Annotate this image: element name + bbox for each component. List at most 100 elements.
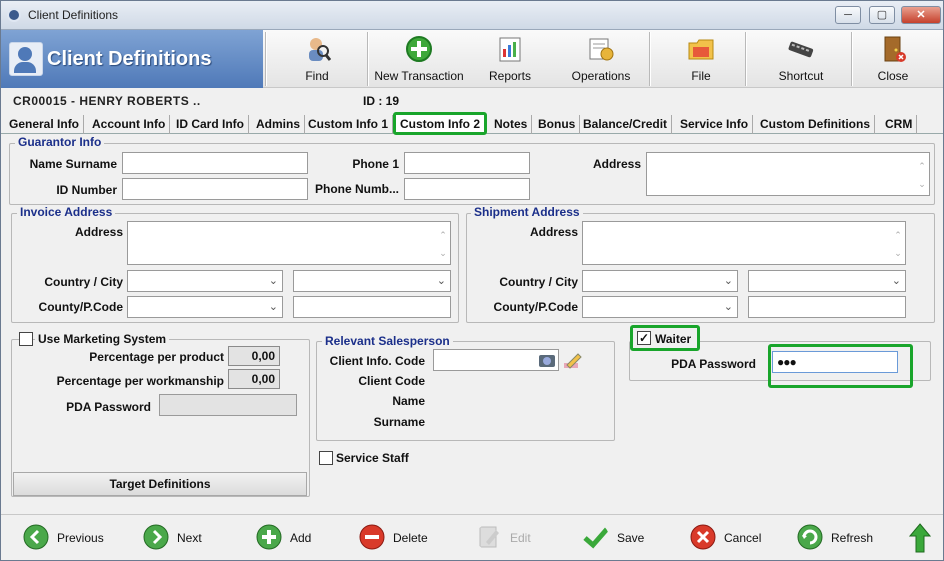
pct-workmanship-label: Percentage per workmanship xyxy=(56,374,224,388)
shipment-address-title: Shipment Address xyxy=(471,205,583,219)
phone1-field[interactable] xyxy=(404,152,530,174)
tab-balance-credit[interactable]: Balance/Credit xyxy=(579,115,673,134)
close-button[interactable]: Close xyxy=(863,30,923,88)
add-button[interactable]: Add xyxy=(256,524,316,552)
client-info-code-field[interactable] xyxy=(433,349,559,371)
shipment-postal-code-field[interactable] xyxy=(748,296,906,318)
tab-custom-definitions[interactable]: Custom Definitions xyxy=(756,115,875,134)
delete-button[interactable]: Delete xyxy=(359,524,431,552)
cancel-button[interactable]: Cancel xyxy=(690,524,762,552)
guarantor-info-title: Guarantor Info xyxy=(15,135,105,149)
phone-number-field[interactable] xyxy=(404,178,530,200)
invoice-county-pcode-label: County/P.Code xyxy=(38,300,123,314)
waiter-checkbox[interactable]: ✓ xyxy=(637,331,651,345)
edit-button[interactable]: Edit xyxy=(476,524,536,552)
shipment-county-select[interactable]: ⌄ xyxy=(582,296,738,318)
reports-label: Reports xyxy=(488,69,532,83)
delete-label: Delete xyxy=(393,531,428,545)
invoice-county-select[interactable]: ⌄ xyxy=(127,296,283,318)
tab-account-info[interactable]: Account Info xyxy=(88,115,171,134)
refresh-label: Refresh xyxy=(831,531,874,545)
waiter-pda-password-field[interactable]: ●●● xyxy=(772,351,898,373)
find-label: Find xyxy=(305,69,329,83)
next-button[interactable]: Next xyxy=(143,524,207,552)
pct-workmanship-field[interactable]: 0,00 xyxy=(228,369,280,389)
edit-label: Edit xyxy=(510,531,531,545)
tab-admins[interactable]: Admins xyxy=(252,115,306,134)
file-label: File xyxy=(691,69,711,83)
camera-icon[interactable] xyxy=(538,352,556,368)
salesperson-name-label: Name xyxy=(392,394,425,408)
shortcut-button[interactable]: Shortcut xyxy=(769,30,833,88)
refresh-button[interactable]: Refresh xyxy=(797,524,877,552)
tab-bonus[interactable]: Bonus xyxy=(534,115,581,134)
new-transaction-button[interactable]: New Transaction xyxy=(371,30,467,88)
close-window-button[interactable]: ✕ xyxy=(901,6,941,24)
target-definitions-button[interactable]: Target Definitions xyxy=(13,472,307,496)
save-button[interactable]: Save xyxy=(583,524,647,552)
waiter-pda-password-label: PDA Password xyxy=(671,357,756,371)
shipment-county-pcode-label: County/P.Code xyxy=(493,300,578,314)
tab-custom-info-2[interactable]: Custom Info 2 xyxy=(393,112,487,135)
invoice-address-field[interactable]: ⌃ ⌄ xyxy=(127,221,451,265)
delete-icon xyxy=(359,524,385,550)
refresh-icon xyxy=(797,524,823,550)
keyboard-icon xyxy=(788,41,814,58)
tab-service-info[interactable]: Service Info xyxy=(676,115,754,134)
tab-custom-info-1[interactable]: Custom Info 1 xyxy=(304,115,393,134)
toolbar-separator xyxy=(851,32,853,86)
brand-header: Client Definitions xyxy=(1,30,263,88)
find-button[interactable]: Find xyxy=(285,30,349,88)
navigation-footer: Previous Next Add Delete Edit Save Cance… xyxy=(1,514,943,560)
shipment-city-select[interactable]: ⌄ xyxy=(748,270,906,292)
client-id: ID : 19 xyxy=(363,94,400,108)
shipment-country-select[interactable]: ⌄ xyxy=(582,270,738,292)
phone1-label: Phone 1 xyxy=(352,157,399,171)
arrow-up-icon[interactable] xyxy=(909,523,931,553)
client-summary: CR00015 - HENRY ROBERTS .. ID : 19 xyxy=(1,92,943,110)
new-transaction-label: New Transaction xyxy=(374,69,464,83)
operations-button[interactable]: Operations xyxy=(563,30,639,88)
tab-crm[interactable]: CRM xyxy=(881,115,918,134)
pencil-edit-icon[interactable] xyxy=(563,351,583,369)
title-bar: Client Definitions ─ ▢ ✕ xyxy=(1,1,943,30)
id-number-label: ID Number xyxy=(56,183,117,197)
pct-product-field[interactable]: 0,00 xyxy=(228,346,280,366)
cancel-label: Cancel xyxy=(724,531,762,545)
close-label: Close xyxy=(877,69,909,83)
name-surname-field[interactable] xyxy=(122,152,308,174)
marketing-pda-password-label: PDA Password xyxy=(66,400,151,414)
previous-label: Previous xyxy=(57,531,104,545)
tab-id-card-info[interactable]: ID Card Info xyxy=(172,115,249,134)
invoice-country-select[interactable]: ⌄ xyxy=(127,270,283,292)
invoice-postal-code-field[interactable] xyxy=(293,296,451,318)
invoice-address-label: Address xyxy=(74,225,123,239)
shipment-address-field[interactable]: ⌃ ⌄ xyxy=(582,221,906,265)
toolbar-separator xyxy=(367,32,369,86)
tab-notes[interactable]: Notes xyxy=(490,115,533,134)
client-code-name: CR00015 - HENRY ROBERTS .. xyxy=(13,94,201,108)
operations-label: Operations xyxy=(571,69,631,83)
previous-button[interactable]: Previous xyxy=(23,524,107,552)
client-card-icon xyxy=(9,42,43,76)
reports-button[interactable]: Reports xyxy=(479,30,541,88)
chevron-down-icon: ⌄ xyxy=(268,275,278,287)
invoice-city-select[interactable]: ⌄ xyxy=(293,270,451,292)
next-label: Next xyxy=(177,531,202,545)
tab-general-info[interactable]: General Info xyxy=(5,115,85,134)
use-marketing-checkbox[interactable] xyxy=(19,332,33,346)
file-button[interactable]: File xyxy=(673,30,729,88)
add-label: Add xyxy=(290,531,312,545)
scroll-arrows-icon: ⌃ ⌄ xyxy=(918,161,926,189)
minimize-button[interactable]: ─ xyxy=(835,6,861,24)
guarantor-address-field[interactable]: ⌃ ⌄ xyxy=(646,152,930,196)
service-staff-checkbox[interactable] xyxy=(319,451,333,465)
maximize-button[interactable]: ▢ xyxy=(869,6,895,24)
marketing-pda-password-field[interactable] xyxy=(159,394,297,416)
invoice-country-city-label: Country / City xyxy=(44,275,123,289)
scroll-arrows-icon: ⌃ ⌄ xyxy=(439,230,447,258)
id-number-field[interactable] xyxy=(122,178,308,200)
operations-icon xyxy=(589,38,614,61)
arrow-left-icon xyxy=(23,524,49,550)
service-staff-label: Service Staff xyxy=(336,451,409,465)
